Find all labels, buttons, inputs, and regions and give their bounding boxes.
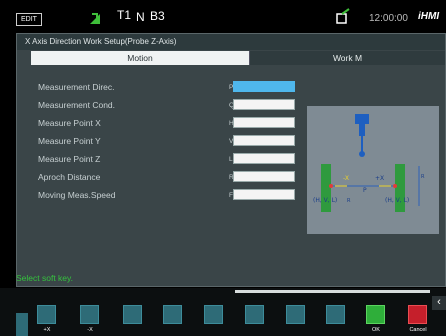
field-measure-point-y[interactable] bbox=[233, 135, 295, 146]
softkey-left-tab[interactable] bbox=[16, 313, 28, 336]
softkey-8[interactable] bbox=[326, 305, 345, 324]
field-measure-point-x[interactable] bbox=[233, 117, 295, 128]
t-indicator: T1 bbox=[117, 8, 132, 22]
label-moving-meas-speed: Moving Meas.Speed bbox=[38, 190, 116, 200]
softkey-4[interactable] bbox=[163, 305, 182, 324]
label-measure-point-x: Measure Point X bbox=[38, 118, 101, 128]
transfer-icon bbox=[336, 8, 350, 24]
probe-diagram: -X +X P (H, V, L) (H, V, L) R R bbox=[307, 106, 439, 234]
softkey-3[interactable] bbox=[123, 305, 142, 324]
diagram-r-right: R bbox=[421, 174, 425, 180]
n-indicator: N bbox=[136, 10, 145, 24]
right-workpiece-icon bbox=[395, 164, 405, 212]
field-measurement-direc[interactable] bbox=[233, 81, 295, 92]
cancel-button-label: Cancel bbox=[409, 327, 427, 333]
softkey-6[interactable] bbox=[245, 305, 264, 324]
label-measure-point-z: Measure Point Z bbox=[38, 154, 101, 164]
field-measure-point-z[interactable] bbox=[233, 153, 295, 164]
probe-head-icon bbox=[355, 114, 369, 124]
softkey-7[interactable] bbox=[286, 305, 305, 324]
ok-button-label: OK bbox=[372, 327, 380, 333]
work-setup-dialog: X Axis Direction Work Setup(Probe Z-Axis… bbox=[16, 33, 446, 287]
left-workpiece-icon bbox=[321, 164, 331, 212]
softkey-scrollbar[interactable] bbox=[235, 290, 430, 293]
diagram-plus-x: +X bbox=[375, 175, 384, 182]
field-moving-meas-speed[interactable] bbox=[233, 189, 295, 200]
edit-button[interactable]: EDIT bbox=[16, 13, 42, 26]
label-measurement-direc: Measurement Direc. bbox=[38, 82, 115, 92]
label-measurement-cond: Measurement Cond. bbox=[38, 100, 116, 110]
clock: 12:00:00 bbox=[369, 13, 408, 24]
softkey-plus-x[interactable] bbox=[37, 305, 56, 324]
softkey-next-arrow-icon[interactable]: ‹ bbox=[432, 296, 446, 310]
softkey-5[interactable] bbox=[204, 305, 223, 324]
status-message: Select soft key. bbox=[16, 273, 74, 283]
tab-work-m[interactable]: Work M bbox=[249, 51, 445, 65]
diagram-p: P bbox=[363, 187, 367, 194]
field-measurement-cond[interactable] bbox=[233, 99, 295, 110]
diagram-minus-x: -X bbox=[343, 175, 349, 182]
tab-motion[interactable]: Motion bbox=[31, 51, 249, 65]
diagram-r: R bbox=[347, 198, 351, 204]
label-measure-point-y: Measure Point Y bbox=[38, 136, 101, 146]
dialog-title: X Axis Direction Work Setup(Probe Z-Axis… bbox=[17, 34, 445, 50]
cancel-button[interactable] bbox=[408, 305, 427, 324]
softkey-minus-x-label: -X bbox=[87, 327, 93, 333]
b-indicator: B3 bbox=[150, 9, 165, 23]
signal-arrow-icon bbox=[90, 13, 100, 24]
status-bar: EDIT T1 N B3 12:00:00 iHMI bbox=[0, 0, 446, 30]
ok-button[interactable] bbox=[366, 305, 385, 324]
label-aproch-distance: Aproch Distance bbox=[38, 172, 101, 182]
field-aproch-distance[interactable] bbox=[233, 171, 295, 182]
softkey-plus-x-label: +X bbox=[43, 327, 51, 333]
diagram-hvl-left: (H, V, L) bbox=[313, 197, 337, 204]
ihmi-logo: iHMI bbox=[418, 11, 440, 22]
softkey-minus-x[interactable] bbox=[80, 305, 99, 324]
diagram-hvl-right: (H, V, L) bbox=[385, 197, 409, 204]
